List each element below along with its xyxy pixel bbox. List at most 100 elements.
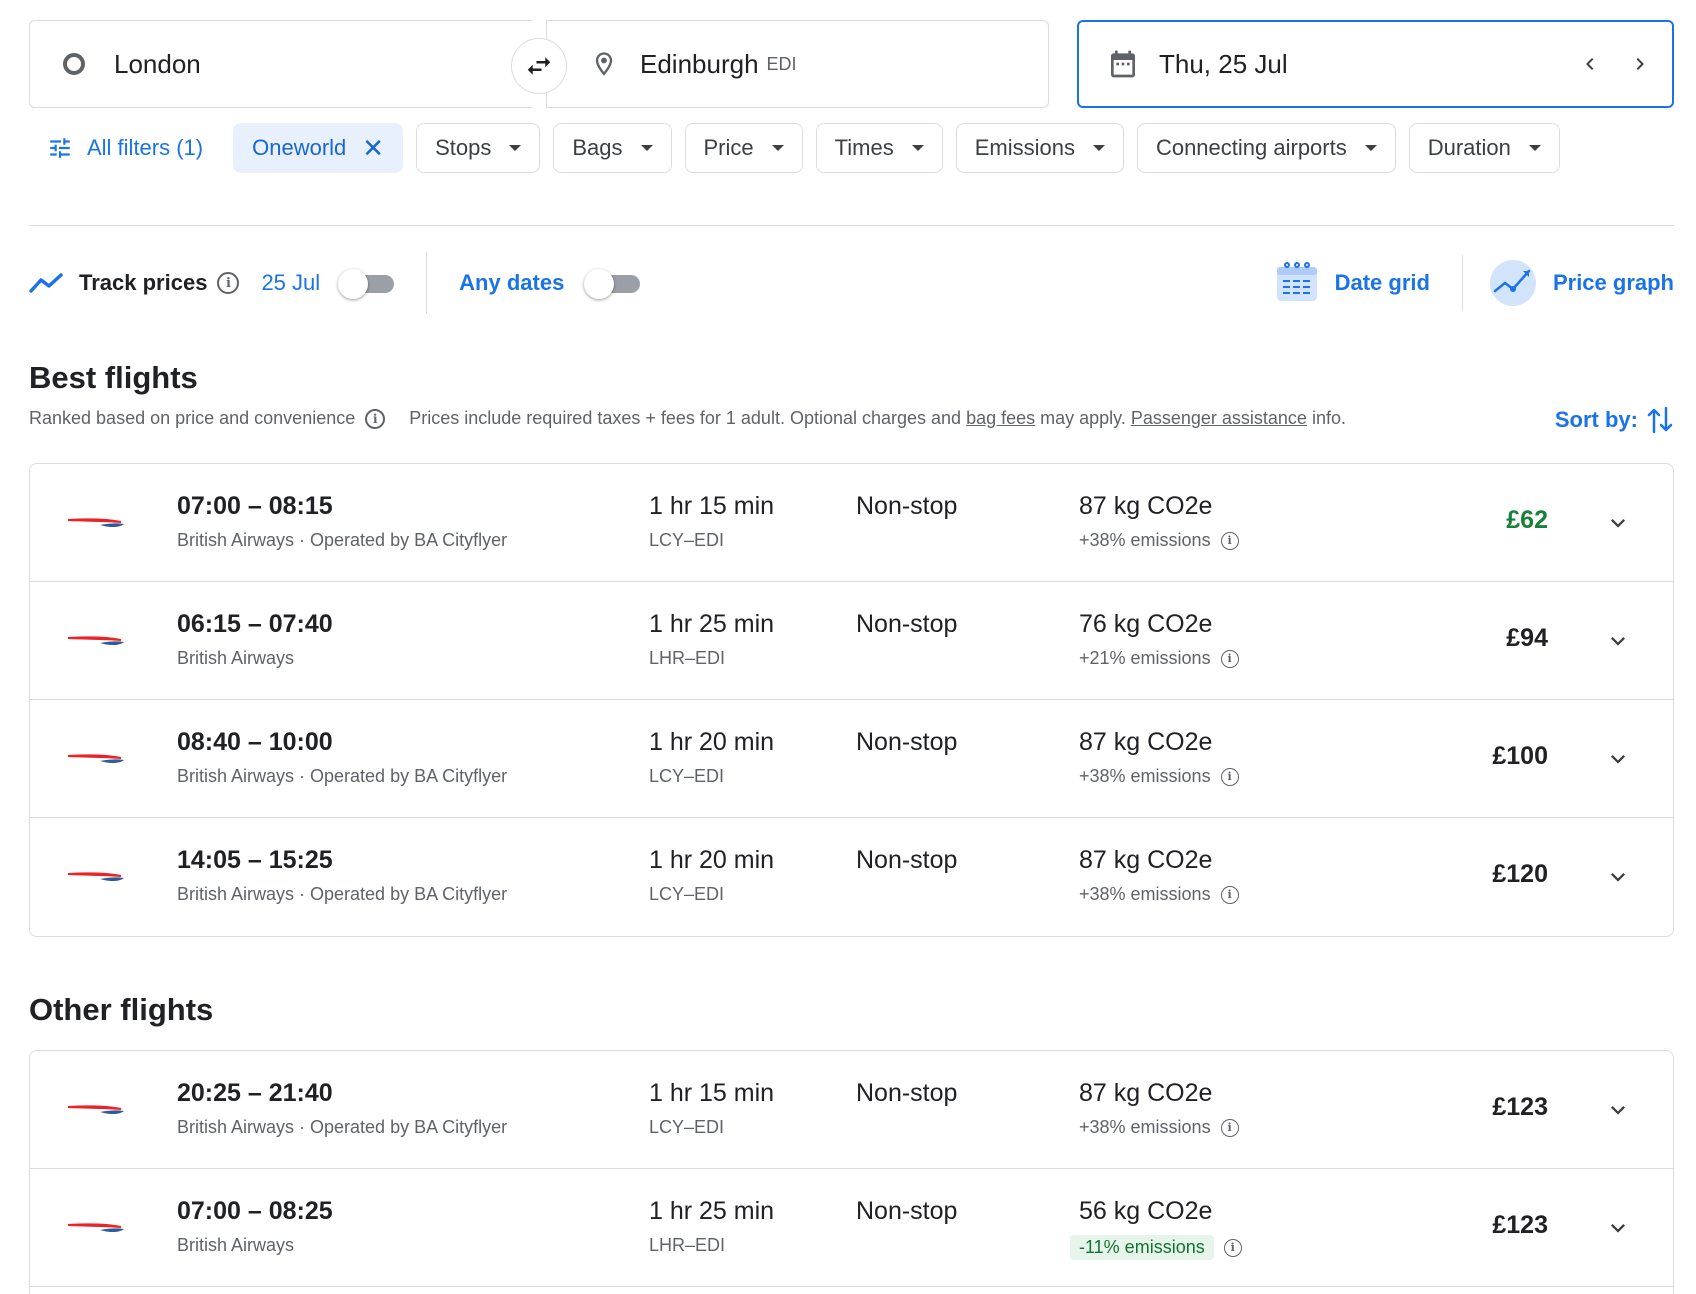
flight-row[interactable]: 08:40 – 10:00 British Airways · Operated…	[30, 700, 1673, 818]
british-airways-logo	[67, 872, 124, 882]
expand-button[interactable]	[1601, 506, 1635, 540]
chevron-right-icon	[1636, 58, 1644, 70]
price-filter-chip[interactable]: Price	[684, 123, 803, 173]
duration-filter-chip[interactable]: Duration	[1408, 123, 1560, 173]
flight-price: £120	[1492, 860, 1548, 888]
track-prices-toggle[interactable]	[338, 269, 395, 299]
emissions-percent: +21% emissions	[1079, 648, 1211, 668]
sort-by-button[interactable]: Sort by:	[1555, 404, 1674, 436]
british-airways-logo	[67, 636, 124, 646]
emissions-row: +38% emissions i	[1079, 530, 1239, 551]
flight-route: LHR–EDI	[649, 648, 726, 668]
expand-button[interactable]	[1601, 860, 1635, 894]
airline-name: British Airways · Operated by BA Cityfly…	[177, 884, 508, 904]
flight-duration: 1 hr 20 min	[649, 846, 775, 874]
flight-stops: Non-stop	[856, 846, 958, 874]
date-grid-button[interactable]: Date grid	[1275, 261, 1430, 305]
chip-label: Times	[834, 135, 894, 160]
stops-filter-chip[interactable]: Stops	[416, 123, 541, 173]
best-flights-title: Best flights	[29, 360, 198, 395]
flight-stops: Non-stop	[856, 1079, 958, 1107]
chevron-left-icon	[1586, 58, 1594, 70]
flight-times: 07:00 – 08:25	[177, 1197, 333, 1225]
connecting-airports-filter-chip[interactable]: Connecting airports	[1136, 123, 1396, 173]
origin-field[interactable]: London	[29, 20, 532, 108]
track-prices-label: Track prices	[79, 270, 208, 295]
expand-button[interactable]	[1601, 1211, 1635, 1245]
flight-times: 14:05 – 15:25	[177, 846, 333, 874]
best-flights-list: 07:00 – 08:15 British Airways · Operated…	[29, 463, 1674, 937]
location-pin-icon	[595, 52, 613, 76]
origin-circle-icon	[63, 53, 85, 75]
info-icon[interactable]: i	[1220, 649, 1239, 668]
swap-button[interactable]	[511, 38, 567, 94]
flight-row[interactable]: 07:00 – 08:25 British Airways 1 hr 25 mi…	[30, 1169, 1673, 1287]
expand-button[interactable]	[1601, 742, 1635, 776]
chip-label: Stops	[435, 135, 492, 160]
bag-fees-link[interactable]: bag fees	[966, 408, 1035, 428]
info-icon[interactable]: i	[1220, 1118, 1239, 1137]
disclaimer-part: Prices include required taxes + fees for…	[409, 408, 967, 428]
emissions-row: +38% emissions i	[1079, 766, 1239, 787]
price-graph-icon	[1489, 260, 1536, 306]
airline-name: British Airways · Operated by BA Cityfly…	[177, 766, 508, 786]
caret-down-icon	[640, 145, 653, 151]
info-icon[interactable]: i	[1220, 885, 1239, 904]
flight-duration: 1 hr 15 min	[649, 1079, 775, 1107]
close-icon[interactable]: ✕	[362, 135, 384, 161]
caret-down-icon	[509, 145, 522, 151]
departure-date-field[interactable]: Thu, 25 Jul	[1077, 20, 1674, 108]
co2-amount: 87 kg CO2e	[1079, 728, 1213, 756]
info-icon[interactable]: i	[1223, 1238, 1242, 1257]
chip-label: Duration	[1427, 135, 1511, 160]
next-date-button[interactable]	[1622, 46, 1658, 82]
times-filter-chip[interactable]: Times	[815, 123, 943, 173]
chevron-down-icon	[1611, 1106, 1625, 1115]
airline-name: British Airways · Operated by BA Cityfly…	[177, 1117, 508, 1137]
flight-price: £94	[1506, 624, 1548, 652]
flight-row[interactable]: 06:15 – 07:40 British Airways 1 hr 25 mi…	[30, 582, 1673, 700]
price-graph-label: Price graph	[1552, 270, 1674, 295]
flight-route: LCY–EDI	[649, 884, 725, 904]
departure-date-value: Thu, 25 Jul	[1159, 48, 1288, 79]
chip-label: Emissions	[974, 135, 1075, 160]
destination-code: EDI	[766, 53, 797, 74]
emissions-percent: +38% emissions	[1079, 766, 1211, 786]
expand-button[interactable]	[1601, 624, 1635, 658]
co2-amount: 76 kg CO2e	[1079, 610, 1213, 638]
info-icon[interactable]: i	[1220, 767, 1239, 786]
oneworld-filter-chip[interactable]: Oneworld ✕	[233, 123, 404, 173]
previous-date-button[interactable]	[1572, 46, 1608, 82]
track-prices-date: 25 Jul	[261, 270, 321, 295]
price-graph-button[interactable]: Price graph	[1489, 259, 1674, 307]
emissions-percent: +38% emissions	[1079, 884, 1211, 904]
expand-button[interactable]	[1601, 1093, 1635, 1127]
flight-price: £123	[1492, 1093, 1548, 1121]
chevron-down-icon	[1611, 873, 1625, 882]
chevron-down-icon	[1611, 1224, 1625, 1233]
date-grid-icon	[1276, 262, 1317, 301]
info-icon[interactable]: i	[365, 408, 386, 429]
chip-label: Price	[703, 135, 754, 160]
british-airways-logo	[67, 754, 124, 764]
emissions-row: +38% emissions i	[1079, 884, 1239, 905]
flight-times: 07:00 – 08:15	[177, 492, 333, 520]
info-icon[interactable]: i	[1220, 531, 1239, 550]
destination-field[interactable]: Edinburgh EDI	[546, 20, 1049, 108]
other-flights-list: 20:25 – 21:40 British Airways · Operated…	[29, 1050, 1674, 1294]
passenger-assistance-link[interactable]: Passenger assistance	[1131, 408, 1307, 428]
emissions-filter-chip[interactable]: Emissions	[955, 123, 1124, 173]
emissions-percent: -11% emissions	[1070, 1235, 1214, 1260]
flight-duration: 1 hr 25 min	[649, 610, 775, 638]
track-prices-row: Track prices i 25 Jul Any dates Date gri…	[29, 252, 1674, 314]
flight-route: LCY–EDI	[649, 766, 725, 786]
flight-row[interactable]: 07:00 – 08:15 British Airways · Operated…	[30, 464, 1673, 582]
tune-icon	[50, 138, 70, 158]
flight-row[interactable]: 14:05 – 15:25 British Airways · Operated…	[30, 818, 1673, 936]
all-filters-button[interactable]: All filters (1)	[29, 123, 221, 173]
ranked-explanation: Ranked based on price and convenience	[29, 408, 356, 428]
any-dates-toggle[interactable]	[584, 269, 641, 299]
bags-filter-chip[interactable]: Bags	[553, 123, 672, 173]
info-icon[interactable]: i	[217, 272, 240, 294]
flight-row[interactable]: 20:25 – 21:40 British Airways · Operated…	[30, 1051, 1673, 1169]
